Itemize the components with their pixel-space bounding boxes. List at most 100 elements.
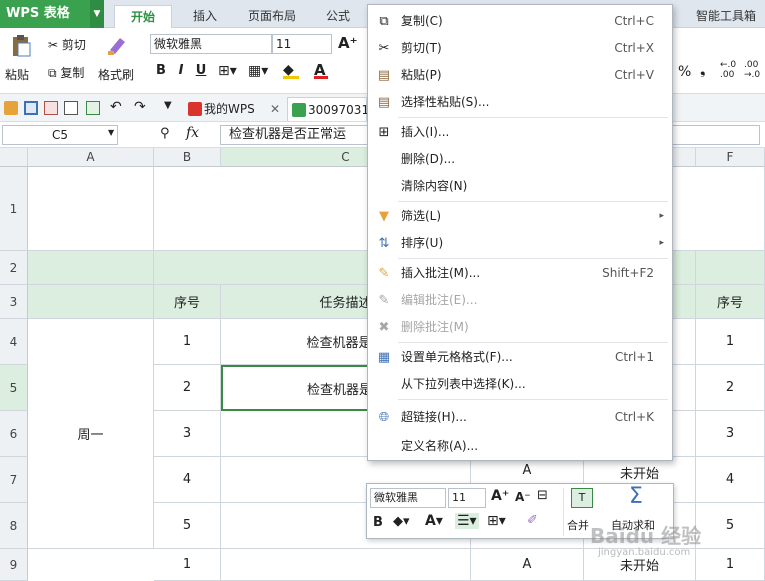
tab-home[interactable]: 开始	[114, 5, 172, 28]
increase-decimal-icon[interactable]: ←.0.00	[720, 60, 736, 80]
redo-icon[interactable]: ↷	[134, 99, 146, 115]
menu-item-format-cells[interactable]: ▦ 设置单元格格式(F)... Ctrl+1	[368, 344, 672, 371]
cell-f6[interactable]: 3	[696, 411, 765, 457]
menu-item-cut[interactable]: ✂ 剪切(T) Ctrl+X	[368, 35, 672, 62]
merge-icon[interactable]: T	[571, 488, 593, 508]
menu-item-define-name[interactable]: 定义名称(A)...	[368, 433, 672, 460]
mini-font-size-select[interactable]: 11	[448, 488, 486, 508]
row-header-1[interactable]: 1	[0, 167, 28, 251]
close-icon[interactable]: ✕	[270, 97, 280, 121]
name-box[interactable]: C5	[2, 125, 118, 145]
row-header-6[interactable]: 6	[0, 411, 28, 457]
decrease-font-icon[interactable]: A⁻	[515, 490, 531, 504]
menu-item-insert[interactable]: ⊞ 插入(I)...	[368, 119, 672, 146]
export-pdf-icon[interactable]	[44, 101, 58, 115]
mini-bold-button[interactable]: B	[373, 515, 383, 530]
cell-b9[interactable]: 1	[154, 549, 221, 581]
tab-smart-toolbox[interactable]: 智能工具箱	[690, 5, 762, 28]
fx-button[interactable]: fx	[186, 125, 199, 141]
paste-button[interactable]: 粘贴	[5, 66, 29, 83]
italic-button[interactable]: I	[172, 63, 190, 78]
menu-item-hyperlink[interactable]: 🌐︎ 超链接(H)... Ctrl+K	[368, 404, 672, 431]
mini-fill-color-icon[interactable]: ◆▾	[393, 514, 410, 529]
font-color-icon[interactable]: A	[314, 61, 328, 79]
fill-grid-icon[interactable]: ▦▾	[248, 63, 268, 79]
cell-a1[interactable]	[28, 167, 154, 251]
tab-page-layout[interactable]: 页面布局	[240, 5, 304, 28]
copy-button[interactable]: ⧉ 复制	[48, 64, 84, 81]
border-icon[interactable]: ⊞▾	[218, 63, 237, 79]
cell-d9[interactable]: A	[471, 549, 584, 581]
increase-font-icon[interactable]: A⁺	[338, 34, 358, 52]
menu-item-edit-comment[interactable]: ✎ 编辑批注(E)...	[368, 287, 672, 314]
sigma-icon[interactable]: Σ	[629, 484, 643, 509]
menu-item-filter[interactable]: ▼ 筛选(L) ▸	[368, 203, 672, 230]
percent-button[interactable]: %	[678, 64, 691, 80]
format-painter-icon[interactable]	[106, 34, 128, 56]
menu-item-paste[interactable]: ▤ 粘贴(P) Ctrl+V	[368, 62, 672, 89]
doc-tab-active[interactable]: 30097031	[287, 97, 369, 121]
print-preview-icon[interactable]	[86, 101, 100, 115]
row-header-3[interactable]: 3	[0, 285, 28, 319]
customize-dropdown-icon[interactable]: ▼	[164, 100, 172, 111]
column-header-f[interactable]: F	[696, 148, 765, 167]
undo-icon[interactable]: ↶	[110, 99, 122, 115]
print-icon[interactable]	[64, 101, 78, 115]
wrap-text-icon[interactable]: ⊟	[537, 488, 548, 503]
open-folder-icon[interactable]	[4, 101, 18, 115]
mini-font-color-icon[interactable]: A▾	[425, 513, 443, 529]
menu-item-pick-from-list[interactable]: 从下拉列表中选择(K)...	[368, 371, 672, 398]
menu-item-clear[interactable]: 清除内容(N)	[368, 173, 672, 200]
cell-f7[interactable]: 4	[696, 457, 765, 503]
menu-item-sort[interactable]: ⇅ 排序(U) ▸	[368, 230, 672, 257]
cell-b8[interactable]: 5	[154, 503, 221, 549]
format-painter-button[interactable]: 格式刷	[98, 66, 134, 83]
cell-b7[interactable]: 4	[154, 457, 221, 503]
cell-day-merged[interactable]: 周一	[28, 319, 154, 549]
cell-b6[interactable]: 3	[154, 411, 221, 457]
align-center-icon[interactable]: ☰▾	[455, 513, 479, 529]
increase-font-icon[interactable]: A⁺	[491, 488, 509, 504]
tab-insert[interactable]: 插入	[180, 5, 230, 28]
font-name-select[interactable]: 微软雅黑	[150, 34, 272, 54]
chevron-down-icon[interactable]: ▼	[90, 0, 104, 28]
zoom-icon[interactable]: ⚲	[160, 126, 170, 141]
cell-a3[interactable]	[28, 285, 154, 319]
cell-b4[interactable]: 1	[154, 319, 221, 365]
mini-border-icon[interactable]: ⊞▾	[487, 513, 506, 529]
cell-f8[interactable]: 5	[696, 503, 765, 549]
menu-item-insert-comment[interactable]: ✎ 插入批注(M)... Shift+F2	[368, 260, 672, 287]
font-size-select[interactable]: 11	[272, 34, 332, 54]
fill-color-icon[interactable]: ◆	[283, 62, 299, 79]
row-header-4[interactable]: 4	[0, 319, 28, 365]
cell-f4[interactable]: 1	[696, 319, 765, 365]
cell-c9[interactable]	[221, 549, 471, 581]
underline-button[interactable]: U	[192, 63, 210, 78]
chevron-down-icon[interactable]: ▼	[108, 128, 114, 137]
save-icon[interactable]	[24, 101, 38, 115]
app-menu-button[interactable]: WPS 表格 ▼	[0, 0, 104, 28]
column-header-b[interactable]: B	[154, 148, 221, 167]
tab-formula[interactable]: 公式	[318, 5, 358, 28]
row-header-9[interactable]: 9	[0, 549, 28, 581]
cut-button[interactable]: ✂ 剪切	[48, 36, 86, 53]
menu-item-copy[interactable]: ⧉ 复制(C) Ctrl+C	[368, 8, 672, 35]
mini-format-painter-icon[interactable]: ✐	[527, 513, 538, 528]
bold-button[interactable]: B	[152, 63, 170, 78]
select-all-corner[interactable]	[0, 148, 28, 167]
row-header-2[interactable]: 2	[0, 251, 28, 285]
decrease-decimal-icon[interactable]: .00 →.0	[744, 60, 760, 80]
cell-f2[interactable]	[696, 251, 765, 285]
doc-tab-mywps[interactable]: 我的WPS ✕	[184, 97, 284, 121]
row-header-8[interactable]: 8	[0, 503, 28, 549]
comma-icon[interactable]: ❟	[700, 62, 706, 78]
cell-b3[interactable]: 序号	[154, 285, 221, 319]
merge-button[interactable]: 合并	[567, 517, 589, 533]
row-header-7[interactable]: 7	[0, 457, 28, 503]
row-header-5[interactable]: 5	[0, 365, 28, 411]
menu-item-delete[interactable]: 删除(D)...	[368, 146, 672, 173]
cell-b5[interactable]: 2	[154, 365, 221, 411]
cell-f5[interactable]: 2	[696, 365, 765, 411]
column-header-a[interactable]: A	[28, 148, 154, 167]
cell-a2[interactable]	[28, 251, 154, 285]
